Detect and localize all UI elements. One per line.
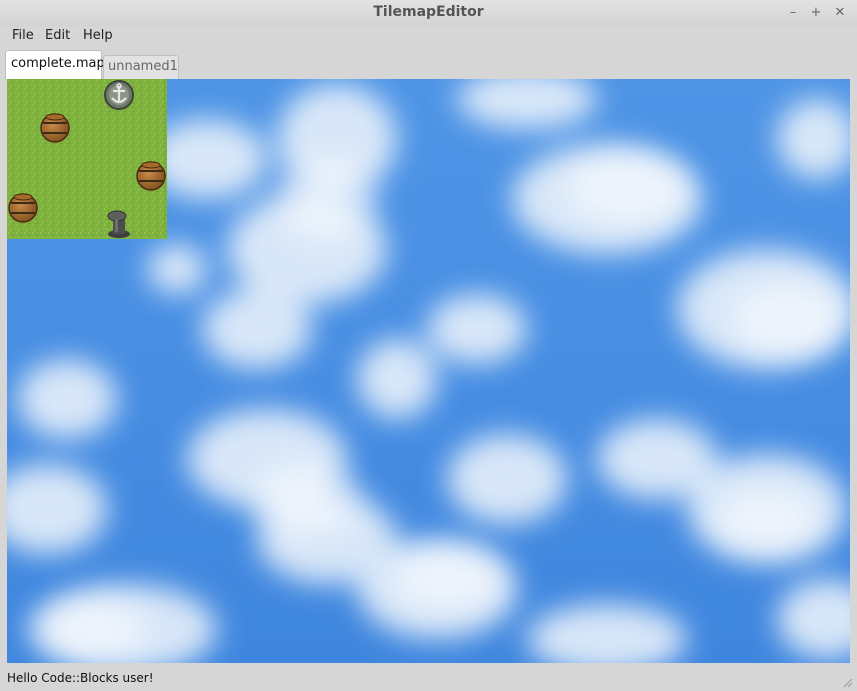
app-window: TilemapEditor – + ✕ File Edit Help compl… [0,0,857,691]
anchor-icon [104,80,134,110]
close-icon[interactable]: ✕ [831,4,849,22]
barrel-icon [40,113,70,143]
menu-help[interactable]: Help [81,28,115,43]
tilemap-preview[interactable] [7,79,167,239]
minimize-icon[interactable]: – [784,4,802,22]
barrel-icon [8,193,38,223]
menu-bar: File Edit Help [0,26,857,48]
window-title: TilemapEditor [373,4,484,20]
status-bar: Hello Code::Blocks user! [0,664,857,691]
menu-file[interactable]: File [10,28,36,43]
menu-edit[interactable]: Edit [43,28,72,43]
status-text: Hello Code::Blocks user! [7,671,154,685]
bollard-icon [107,210,130,238]
tab-complete-map[interactable]: complete.map [5,50,105,79]
title-bar[interactable]: TilemapEditor – + ✕ [0,0,857,26]
resize-grip-icon[interactable] [843,678,853,688]
barrel-icon [136,161,166,191]
maximize-icon[interactable]: + [807,4,825,22]
map-canvas[interactable] [7,79,850,663]
tab-unnamed1[interactable]: unnamed1 [103,55,179,79]
